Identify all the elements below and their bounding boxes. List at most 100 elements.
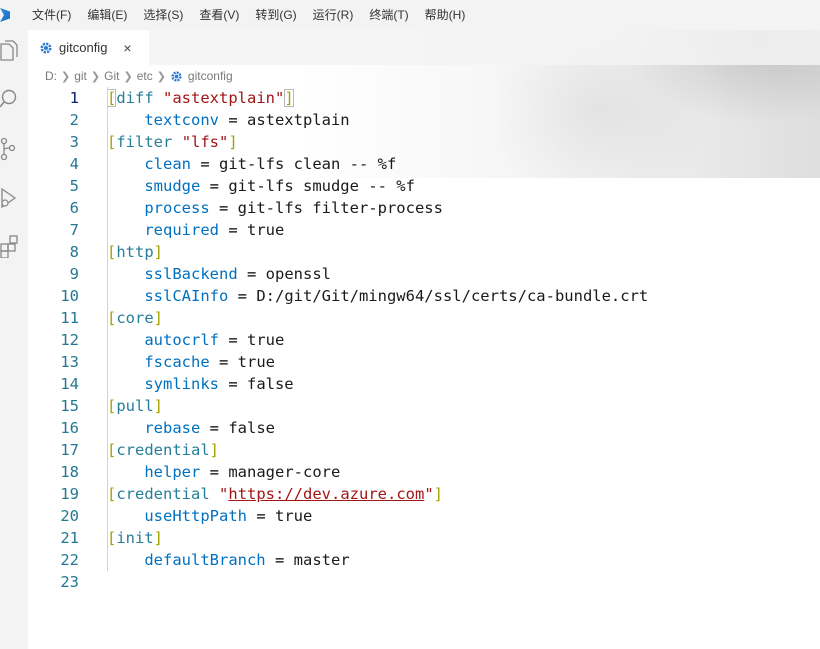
menu-view[interactable]: 查看(V) [191,0,247,30]
code-line[interactable]: 22 defaultBranch = master [28,549,820,571]
section-name: pull [116,397,154,415]
line-content: [credential] [107,439,219,461]
line-content: [http] [107,241,163,263]
line-number: 3 [69,133,79,151]
config-value: openssl [265,265,331,283]
url-link[interactable]: https://dev.azure.com [228,485,424,503]
line-content: clean = git-lfs clean -- %f [107,153,396,175]
line-number: 10 [60,287,79,305]
line-number: 20 [60,507,79,525]
config-value: true [237,353,275,371]
config-key: textconv [144,111,219,129]
code-line[interactable]: 16 rebase = false [28,417,820,439]
equals-sign: = [200,177,229,195]
code-line[interactable]: 1 [diff "astextplain"] [28,87,820,109]
indent-guide [107,87,108,571]
equals-sign: = [265,551,294,569]
equals-sign: = [218,375,247,393]
activity-bar [0,30,28,649]
line-number: 6 [69,199,79,217]
line-number: 23 [60,573,79,591]
breadcrumb-item[interactable]: gitconfig [188,69,233,83]
tab-gitconfig[interactable]: gitconfig × [28,30,149,65]
line-number: 2 [69,111,79,129]
code-line[interactable]: 14 symlinks = false [28,373,820,395]
menu-selection[interactable]: 选择(S) [135,0,191,30]
search-icon[interactable] [0,87,20,111]
code-line[interactable]: 9 sslBackend = openssl [28,263,820,285]
code-line[interactable]: 4 clean = git-lfs clean -- %f [28,153,820,175]
code-line[interactable]: 23 [28,571,820,593]
section-name: core [116,309,154,327]
breadcrumb-item[interactable]: D: [45,69,57,83]
menu-edit[interactable]: 编辑(E) [79,0,135,30]
config-value: true [246,331,285,349]
code-line[interactable]: 17 [credential] [28,439,820,461]
open-bracket: [ [107,485,117,503]
equals-sign: = [237,265,266,283]
code-line[interactable]: 5 smudge = git-lfs smudge -- %f [28,175,820,197]
vscode-logo-icon [0,8,10,22]
section-name: http [116,243,154,261]
code-line[interactable]: 2 textconv = astextplain [28,109,820,131]
code-line[interactable]: 8 [http] [28,241,820,263]
config-key: autocrlf [144,331,219,349]
editor-tab-strip: gitconfig × [28,30,820,65]
code-line[interactable]: 19 [credential "https://dev.azure.com"] [28,483,820,505]
code-line[interactable]: 6 process = git-lfs filter-process [28,197,820,219]
menu-terminal[interactable]: 终端(T) [361,0,416,30]
source-control-icon[interactable] [0,137,20,161]
menu-run[interactable]: 运行(R) [305,0,362,30]
breadcrumb-item[interactable]: Git [104,69,119,83]
code-line[interactable]: 10 sslCAInfo = D:/git/Git/mingw64/ssl/ce… [28,285,820,307]
line-content: required = true [107,219,284,241]
open-bracket: [ [107,133,117,151]
config-key: useHttpPath [144,507,247,525]
code-line[interactable]: 12 autocrlf = true [28,329,820,351]
line-content: process = git-lfs filter-process [107,197,443,219]
line-number: 8 [69,243,79,261]
line-content: [core] [107,307,163,329]
close-bracket: ] [433,485,444,503]
files-icon[interactable] [0,40,20,64]
menu-help[interactable]: 帮助(H) [417,0,474,30]
config-key: symlinks [144,375,219,393]
open-bracket: [ [107,89,117,107]
section-name: diff [116,89,154,107]
menu-file[interactable]: 文件(F) [24,0,79,30]
code-line[interactable]: 11 [core] [28,307,820,329]
menu-go[interactable]: 转到(G) [247,0,304,30]
code-line[interactable]: 7 required = true [28,219,820,241]
quote: " [219,485,229,503]
code-editor[interactable]: 1 [diff "astextplain"] 2 textconv = astext… [28,87,820,649]
run-debug-icon[interactable] [0,186,20,210]
code-line[interactable]: 15 [pull] [28,395,820,417]
chevron-right-icon: ❯ [156,70,166,83]
code-line[interactable]: 13 fscache = true [28,351,820,373]
line-content: helper = manager-core [107,461,340,483]
config-value: astextplain [246,111,350,129]
line-content: [init] [107,527,163,549]
chevron-right-icon: ❯ [61,70,71,83]
code-line[interactable]: 3 [filter "lfs"] [28,131,820,153]
config-key: helper [144,463,201,481]
section-subname: "astextplain" [163,89,285,107]
extensions-icon[interactable] [0,234,20,259]
breadcrumb-item[interactable]: etc [137,69,153,83]
config-key: sslBackend [144,265,238,283]
open-bracket: [ [107,309,117,327]
line-number: 17 [60,441,79,459]
equals-sign: = [218,331,247,349]
line-number: 22 [60,551,79,569]
config-value: git-lfs smudge -- %f [228,177,415,195]
code-line[interactable]: 18 helper = manager-core [28,461,820,483]
config-key: sslCAInfo [144,287,229,305]
breadcrumb-item[interactable]: git [74,69,87,83]
config-key: clean [144,155,191,173]
config-value: true [246,221,285,239]
section-name: init [116,529,154,547]
code-line[interactable]: 21 [init] [28,527,820,549]
chevron-right-icon: ❯ [90,70,101,83]
close-icon[interactable]: × [123,41,131,55]
code-line[interactable]: 20 useHttpPath = true [28,505,820,527]
